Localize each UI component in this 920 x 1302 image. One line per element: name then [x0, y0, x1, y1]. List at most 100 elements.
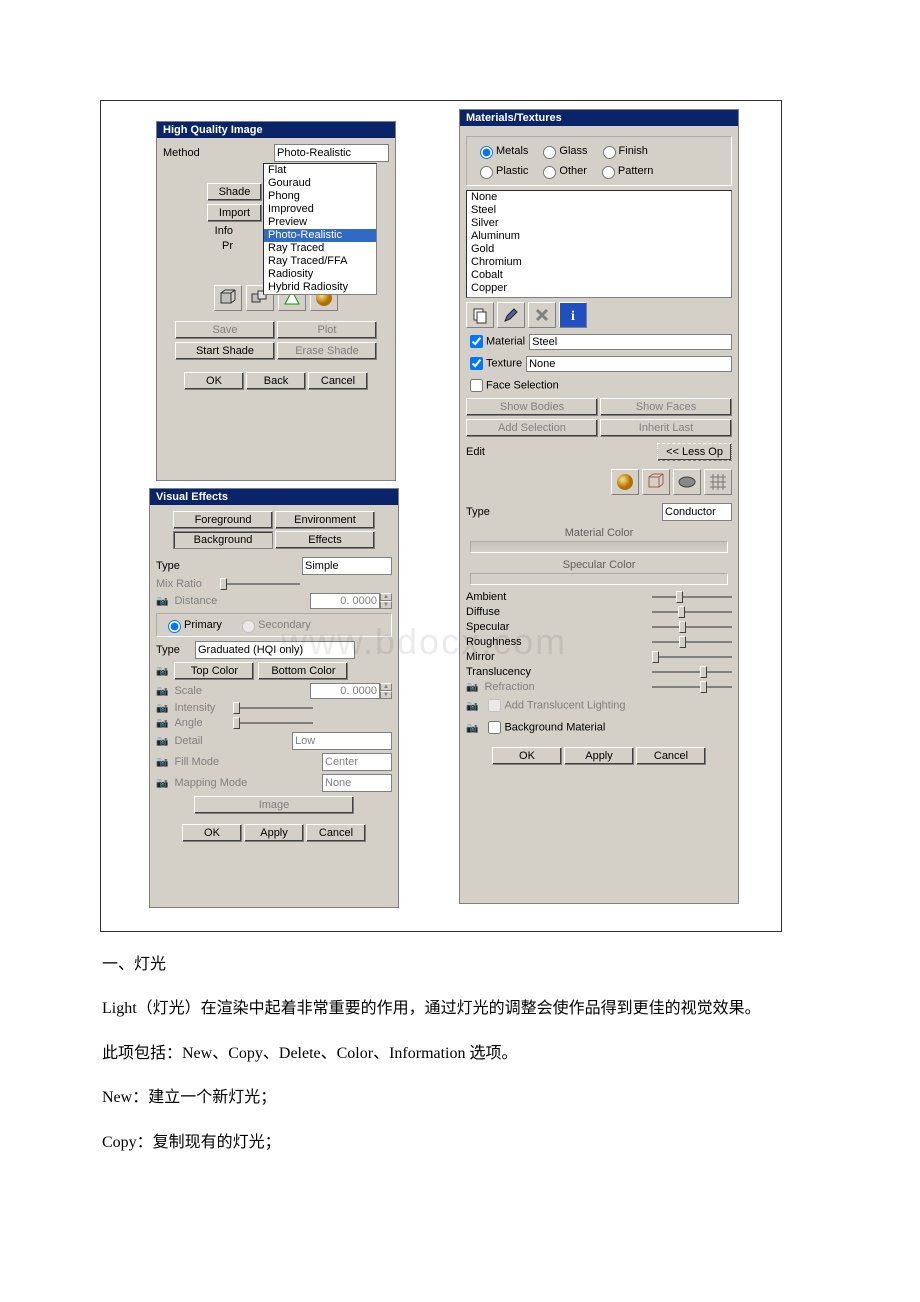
secondary-radio[interactable]: Secondary [237, 619, 311, 631]
face-selection-checkbox[interactable]: Face Selection [466, 376, 559, 395]
foreground-button[interactable]: Foreground [173, 511, 273, 529]
add-translucent-checkbox[interactable]: Add Translucent Lighting [484, 696, 625, 715]
specular-color-swatch[interactable] [470, 573, 728, 585]
save-button[interactable]: Save [175, 321, 275, 339]
edit-label: Edit [466, 446, 485, 458]
detail-select[interactable] [292, 732, 392, 750]
specular-color-header: Specular Color [466, 557, 732, 573]
radio-pattern[interactable]: Pattern [597, 163, 653, 179]
ve-type-select[interactable] [302, 557, 392, 575]
mix-ratio-slider[interactable] [220, 578, 300, 590]
scale-spinner[interactable]: ▲▼ [310, 683, 392, 699]
info-icon[interactable]: i [559, 302, 587, 328]
ve-ok-button[interactable]: OK [182, 824, 242, 842]
show-bodies-button[interactable]: Show Bodies [466, 398, 598, 416]
translucency-slider[interactable] [652, 666, 732, 678]
method-dropdown-list[interactable]: Flat Gouraud Phong Improved Preview Phot… [263, 163, 377, 295]
copy-icon[interactable] [466, 302, 494, 328]
preview-cube-wire-icon[interactable] [642, 469, 670, 495]
hqi-cancel-button[interactable]: Cancel [308, 372, 368, 390]
angle-slider[interactable] [233, 717, 313, 729]
preview-grid-icon[interactable] [704, 469, 732, 495]
radio-finish[interactable]: Finish [598, 143, 648, 159]
hqi-ok-button[interactable]: OK [184, 372, 244, 390]
edit-icon[interactable] [497, 302, 525, 328]
material-color-swatch[interactable] [470, 541, 728, 553]
method-option-photorealistic[interactable]: Photo-Realistic [264, 229, 376, 242]
material-checkbox[interactable]: Material [466, 332, 525, 351]
specular-label: Specular [466, 621, 546, 633]
preview-disc-icon[interactable] [673, 469, 701, 495]
method-option-raytraced[interactable]: Ray Traced [264, 242, 376, 255]
background-button[interactable]: Background [173, 531, 273, 549]
method-select[interactable] [274, 144, 389, 162]
roughness-slider[interactable] [652, 636, 732, 648]
camera-icon [156, 756, 170, 768]
environment-button[interactable]: Environment [275, 511, 375, 529]
shade-button[interactable]: Shade [207, 183, 262, 201]
method-option-hybrid[interactable]: Hybrid Radiosity [264, 281, 376, 294]
ve-type2-select[interactable] [195, 641, 355, 659]
plot-button[interactable]: Plot [277, 321, 377, 339]
mt-apply-button[interactable]: Apply [564, 747, 634, 765]
mirror-label: Mirror [466, 651, 546, 663]
radio-glass[interactable]: Glass [538, 143, 587, 159]
intensity-slider[interactable] [233, 702, 313, 714]
info-label: Info [163, 225, 235, 237]
ve-apply-button[interactable]: Apply [244, 824, 304, 842]
import-button[interactable]: Import [207, 204, 262, 222]
mirror-slider[interactable] [652, 651, 732, 663]
method-option-raytracedffa[interactable]: Ray Traced/FFA [264, 255, 376, 268]
start-shade-button[interactable]: Start Shade [175, 342, 275, 360]
camera-icon [156, 777, 170, 789]
fill-mode-select[interactable] [322, 753, 392, 771]
radio-metals[interactable]: Metals [475, 143, 528, 159]
list-item[interactable]: Silver [467, 217, 731, 230]
list-item[interactable]: Cobalt [467, 269, 731, 282]
list-item[interactable]: Gold [467, 243, 731, 256]
add-selection-button[interactable]: Add Selection [466, 419, 598, 437]
specular-slider[interactable] [652, 621, 732, 633]
list-item[interactable]: Aluminum [467, 230, 731, 243]
hqi-back-button[interactable]: Back [246, 372, 306, 390]
cube-icon[interactable] [214, 285, 242, 311]
refraction-slider[interactable] [652, 681, 732, 693]
ve-cancel-button[interactable]: Cancel [306, 824, 366, 842]
edit-type-label: Type [466, 506, 506, 518]
list-item[interactable]: None [467, 191, 731, 204]
texture-field[interactable] [526, 356, 732, 372]
mt-ok-button[interactable]: OK [492, 747, 562, 765]
list-item[interactable]: Steel [467, 204, 731, 217]
mt-cancel-button[interactable]: Cancel [636, 747, 706, 765]
diffuse-slider[interactable] [652, 606, 732, 618]
less-options-button[interactable]: << Less Op [657, 443, 732, 461]
edit-type-select[interactable] [662, 503, 732, 521]
method-option-phong[interactable]: Phong [264, 190, 376, 203]
inherit-last-button[interactable]: Inherit Last [600, 419, 732, 437]
list-item[interactable]: Chromium [467, 256, 731, 269]
material-listbox[interactable]: None Steel Silver Aluminum Gold Chromium… [466, 190, 732, 298]
method-option-preview[interactable]: Preview [264, 216, 376, 229]
mapping-mode-select[interactable] [322, 774, 392, 792]
material-field[interactable] [529, 334, 732, 350]
radio-other[interactable]: Other [538, 163, 587, 179]
primary-radio[interactable]: Primary [163, 619, 222, 631]
background-material-checkbox[interactable]: Background Material [484, 718, 605, 737]
ambient-slider[interactable] [652, 591, 732, 603]
show-faces-button[interactable]: Show Faces [600, 398, 732, 416]
radio-plastic[interactable]: Plastic [475, 163, 528, 179]
image-button[interactable]: Image [194, 796, 354, 814]
method-option-improved[interactable]: Improved [264, 203, 376, 216]
preview-sphere-icon[interactable] [611, 469, 639, 495]
distance-spinner[interactable]: ▲▼ [310, 593, 392, 609]
delete-x-icon[interactable] [528, 302, 556, 328]
erase-shade-button[interactable]: Erase Shade [277, 342, 377, 360]
method-option-radiosity[interactable]: Radiosity [264, 268, 376, 281]
bottom-color-button[interactable]: Bottom Color [258, 662, 348, 680]
top-color-button[interactable]: Top Color [174, 662, 254, 680]
texture-checkbox[interactable]: Texture [466, 354, 522, 373]
method-option-flat[interactable]: Flat [264, 164, 376, 177]
list-item[interactable]: Copper [467, 282, 731, 295]
effects-button[interactable]: Effects [275, 531, 375, 549]
method-option-gouraud[interactable]: Gouraud [264, 177, 376, 190]
